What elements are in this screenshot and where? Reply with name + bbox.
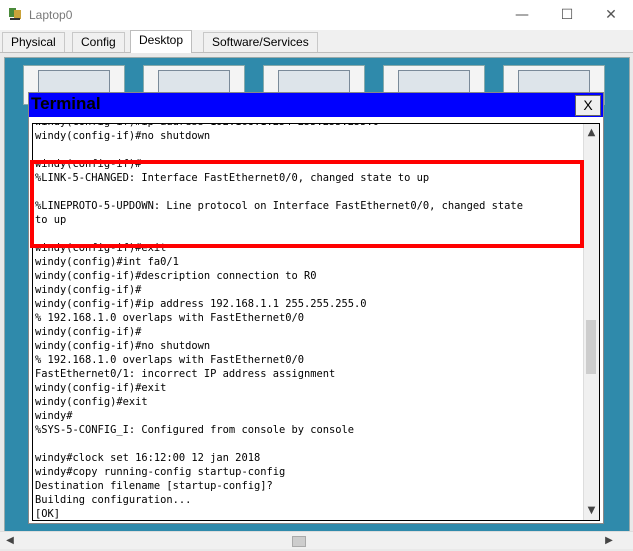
scroll-left-icon[interactable]: ◀ — [4, 533, 16, 548]
terminal-line: windy(config-if)# — [35, 326, 142, 338]
maximize-button[interactable]: ☐ — [545, 2, 589, 28]
terminal-output[interactable]: windy(config-if)#ip address 192.168.1.25… — [32, 123, 600, 521]
close-window-button[interactable]: ✕ — [589, 2, 633, 28]
tab-desktop[interactable]: Desktop — [130, 30, 193, 53]
window-title: Laptop0 — [29, 8, 73, 22]
terminal-line: %LINEPROTO-5-UPDOWN: Line protocol on In… — [35, 200, 523, 212]
scroll-right-icon[interactable]: ▶ — [603, 533, 615, 548]
terminal-line: %LINK-5-CHANGED: Interface FastEthernet0… — [35, 172, 430, 184]
terminal-line: windy(config-if)# — [35, 158, 142, 170]
terminal-line: windy(config-if)#exit — [35, 382, 167, 394]
terminal-line: windy(config-if)#exit — [35, 242, 167, 254]
terminal-line: %SYS-5-CONFIG_I: Configured from console… — [35, 424, 355, 436]
terminal-line: to up — [35, 214, 67, 226]
tab-bar: Physical Config Desktop Software/Service… — [0, 30, 633, 53]
terminal-header: Terminal X — [29, 93, 603, 117]
terminal-title: Terminal — [31, 94, 101, 113]
minimize-button[interactable]: — — [500, 2, 544, 28]
terminal-line: FastEthernet0/1: incorrect IP address as… — [35, 368, 336, 380]
terminal-line: windy(config-if)#ip address 192.168.1.1 … — [35, 298, 367, 310]
terminal-window: Terminal X windy(config-if)#ip address 1… — [28, 92, 604, 524]
terminal-line: Building configuration... — [35, 494, 192, 506]
terminal-line: windy(config-if)#no shutdown — [35, 130, 211, 142]
terminal-line: windy#copy running-config startup-config — [35, 466, 286, 478]
window-titlebar: Laptop0 — ☐ ✕ — [0, 0, 633, 30]
horizontal-scrollbar[interactable]: ◀ ▶ — [0, 531, 633, 549]
terminal-lines: windy(config-if)#ip address 192.168.1.25… — [35, 124, 583, 520]
terminal-line: windy(config-if)#description connection … — [35, 270, 317, 282]
terminal-vertical-scrollbar[interactable]: ▲ ▼ — [583, 124, 599, 520]
terminal-line: windy# — [35, 410, 73, 422]
terminal-line: Destination filename [startup-config]? — [35, 480, 273, 492]
terminal-line: % 192.168.1.0 overlaps with FastEthernet… — [35, 354, 304, 366]
tab-physical[interactable]: Physical — [2, 32, 65, 52]
terminal-line: windy#clock set 16:12:00 12 jan 2018 — [35, 452, 261, 464]
scroll-thumb[interactable] — [586, 320, 596, 374]
terminal-line: windy(config-if)# — [35, 284, 142, 296]
terminal-line: windy(config)#exit — [35, 396, 148, 408]
tab-software-services[interactable]: Software/Services — [203, 32, 318, 52]
horizontal-scroll-thumb[interactable] — [292, 536, 306, 547]
scroll-up-icon[interactable]: ▲ — [584, 126, 599, 140]
scroll-down-icon[interactable]: ▼ — [584, 504, 599, 518]
terminal-close-button[interactable]: X — [575, 95, 601, 116]
laptop-app-icon — [9, 8, 21, 20]
terminal-line: [OK] — [35, 508, 61, 520]
terminal-line: windy(config)#int fa0/1 — [35, 256, 179, 268]
terminal-line: windy(config-if)#no shutdown — [35, 340, 211, 352]
terminal-line: % 192.168.1.0 overlaps with FastEthernet… — [35, 312, 304, 324]
tab-config[interactable]: Config — [72, 32, 125, 52]
